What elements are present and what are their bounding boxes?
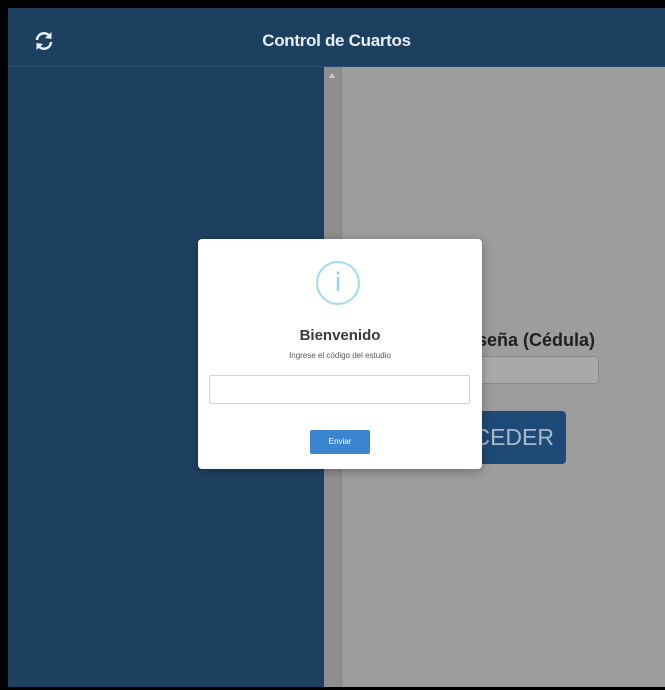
modal-subtitle: Ingrese el código del estudio xyxy=(289,351,391,360)
study-code-input[interactable] xyxy=(209,375,470,404)
modal-title: Bienvenido xyxy=(299,327,381,344)
info-icon: i xyxy=(316,261,360,305)
submit-button[interactable]: Enviar xyxy=(310,430,370,454)
window-border-top xyxy=(0,0,665,8)
app-frame: Control de Cuartos seña (Cédula) CEDER i… xyxy=(8,8,665,690)
window-border-left xyxy=(0,0,8,690)
welcome-modal: i Bienvenido Ingrese el código del estud… xyxy=(198,239,482,469)
